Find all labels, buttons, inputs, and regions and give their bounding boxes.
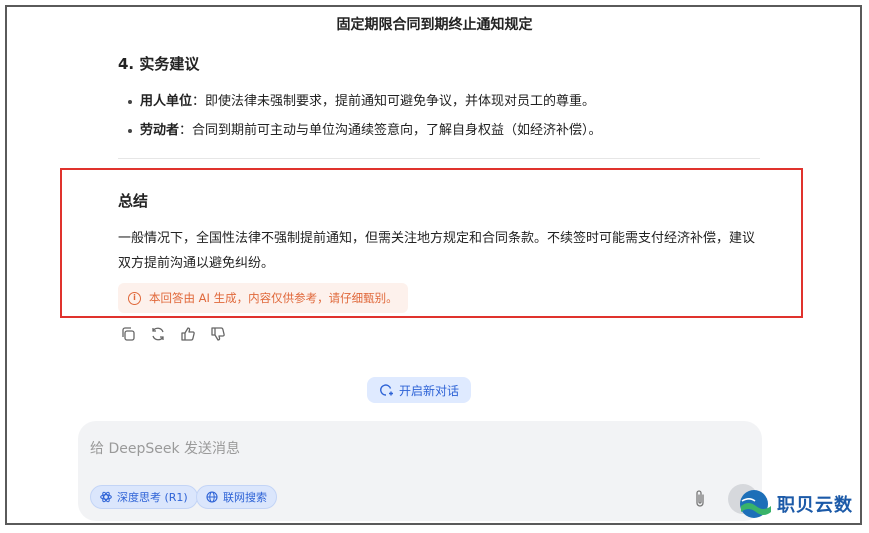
atom-icon [100, 491, 112, 503]
new-chat-icon [380, 384, 393, 396]
list-item: 劳动者：合同到期前可主动与单位沟通续签意向，了解自身权益（如经济补偿）。 [128, 119, 602, 138]
page-title: 固定期限合同到期终止通知规定 [336, 17, 533, 33]
regenerate-icon[interactable] [150, 326, 166, 342]
watermark-text: 职贝云数 [777, 495, 853, 516]
bullet-label: 劳动者 [140, 123, 180, 138]
globe-icon [206, 491, 218, 503]
watermark: 职贝云数 [738, 488, 853, 520]
ai-disclaimer-badge: i 本回答由 AI 生成，内容仅供参考，请仔细甄别。 [118, 283, 408, 313]
new-chat-button[interactable]: 开启新对话 [367, 377, 472, 403]
web-search-label: 联网搜索 [223, 491, 267, 504]
copy-icon[interactable] [120, 326, 136, 342]
new-chat-label: 开启新对话 [399, 383, 460, 398]
bullet-label: 用人单位 [140, 94, 193, 109]
message-actions [120, 326, 226, 342]
ai-disclaimer-text: 本回答由 AI 生成，内容仅供参考，请仔细甄别。 [149, 291, 398, 305]
bullet-text: ：即使法律未强制要求，提前通知可避免争议，并体现对员工的尊重。 [192, 94, 596, 109]
watermark-logo-icon [740, 490, 771, 518]
web-search-toggle[interactable]: 联网搜索 [196, 485, 277, 509]
summary-title: 总结 [118, 192, 149, 210]
info-icon: i [128, 291, 141, 305]
summary-text: 一般情况下，全国性法律不强制提前通知，但需关注地方规定和合同条款。不续签时可能需… [118, 231, 756, 271]
message-input[interactable]: 给 DeepSeek 发送消息 [90, 438, 240, 458]
bullet-text: ：合同到期前可主动与单位沟通续签意向，了解自身权益（如经济补偿）。 [179, 123, 602, 138]
thumbs-down-icon[interactable] [210, 326, 226, 342]
deep-think-label: 深度思考 (R1) [117, 491, 188, 504]
divider [118, 158, 760, 159]
deep-think-toggle[interactable]: 深度思考 (R1) [90, 485, 198, 509]
thumbs-up-icon[interactable] [180, 326, 196, 342]
bullet-dot [128, 99, 132, 104]
attachment-icon[interactable] [693, 489, 707, 509]
section-heading: 4. 实务建议 [118, 55, 200, 73]
list-item: 用人单位：即使法律未强制要求，提前通知可避免争议，并体现对员工的尊重。 [128, 90, 595, 109]
bullet-dot [128, 128, 132, 133]
